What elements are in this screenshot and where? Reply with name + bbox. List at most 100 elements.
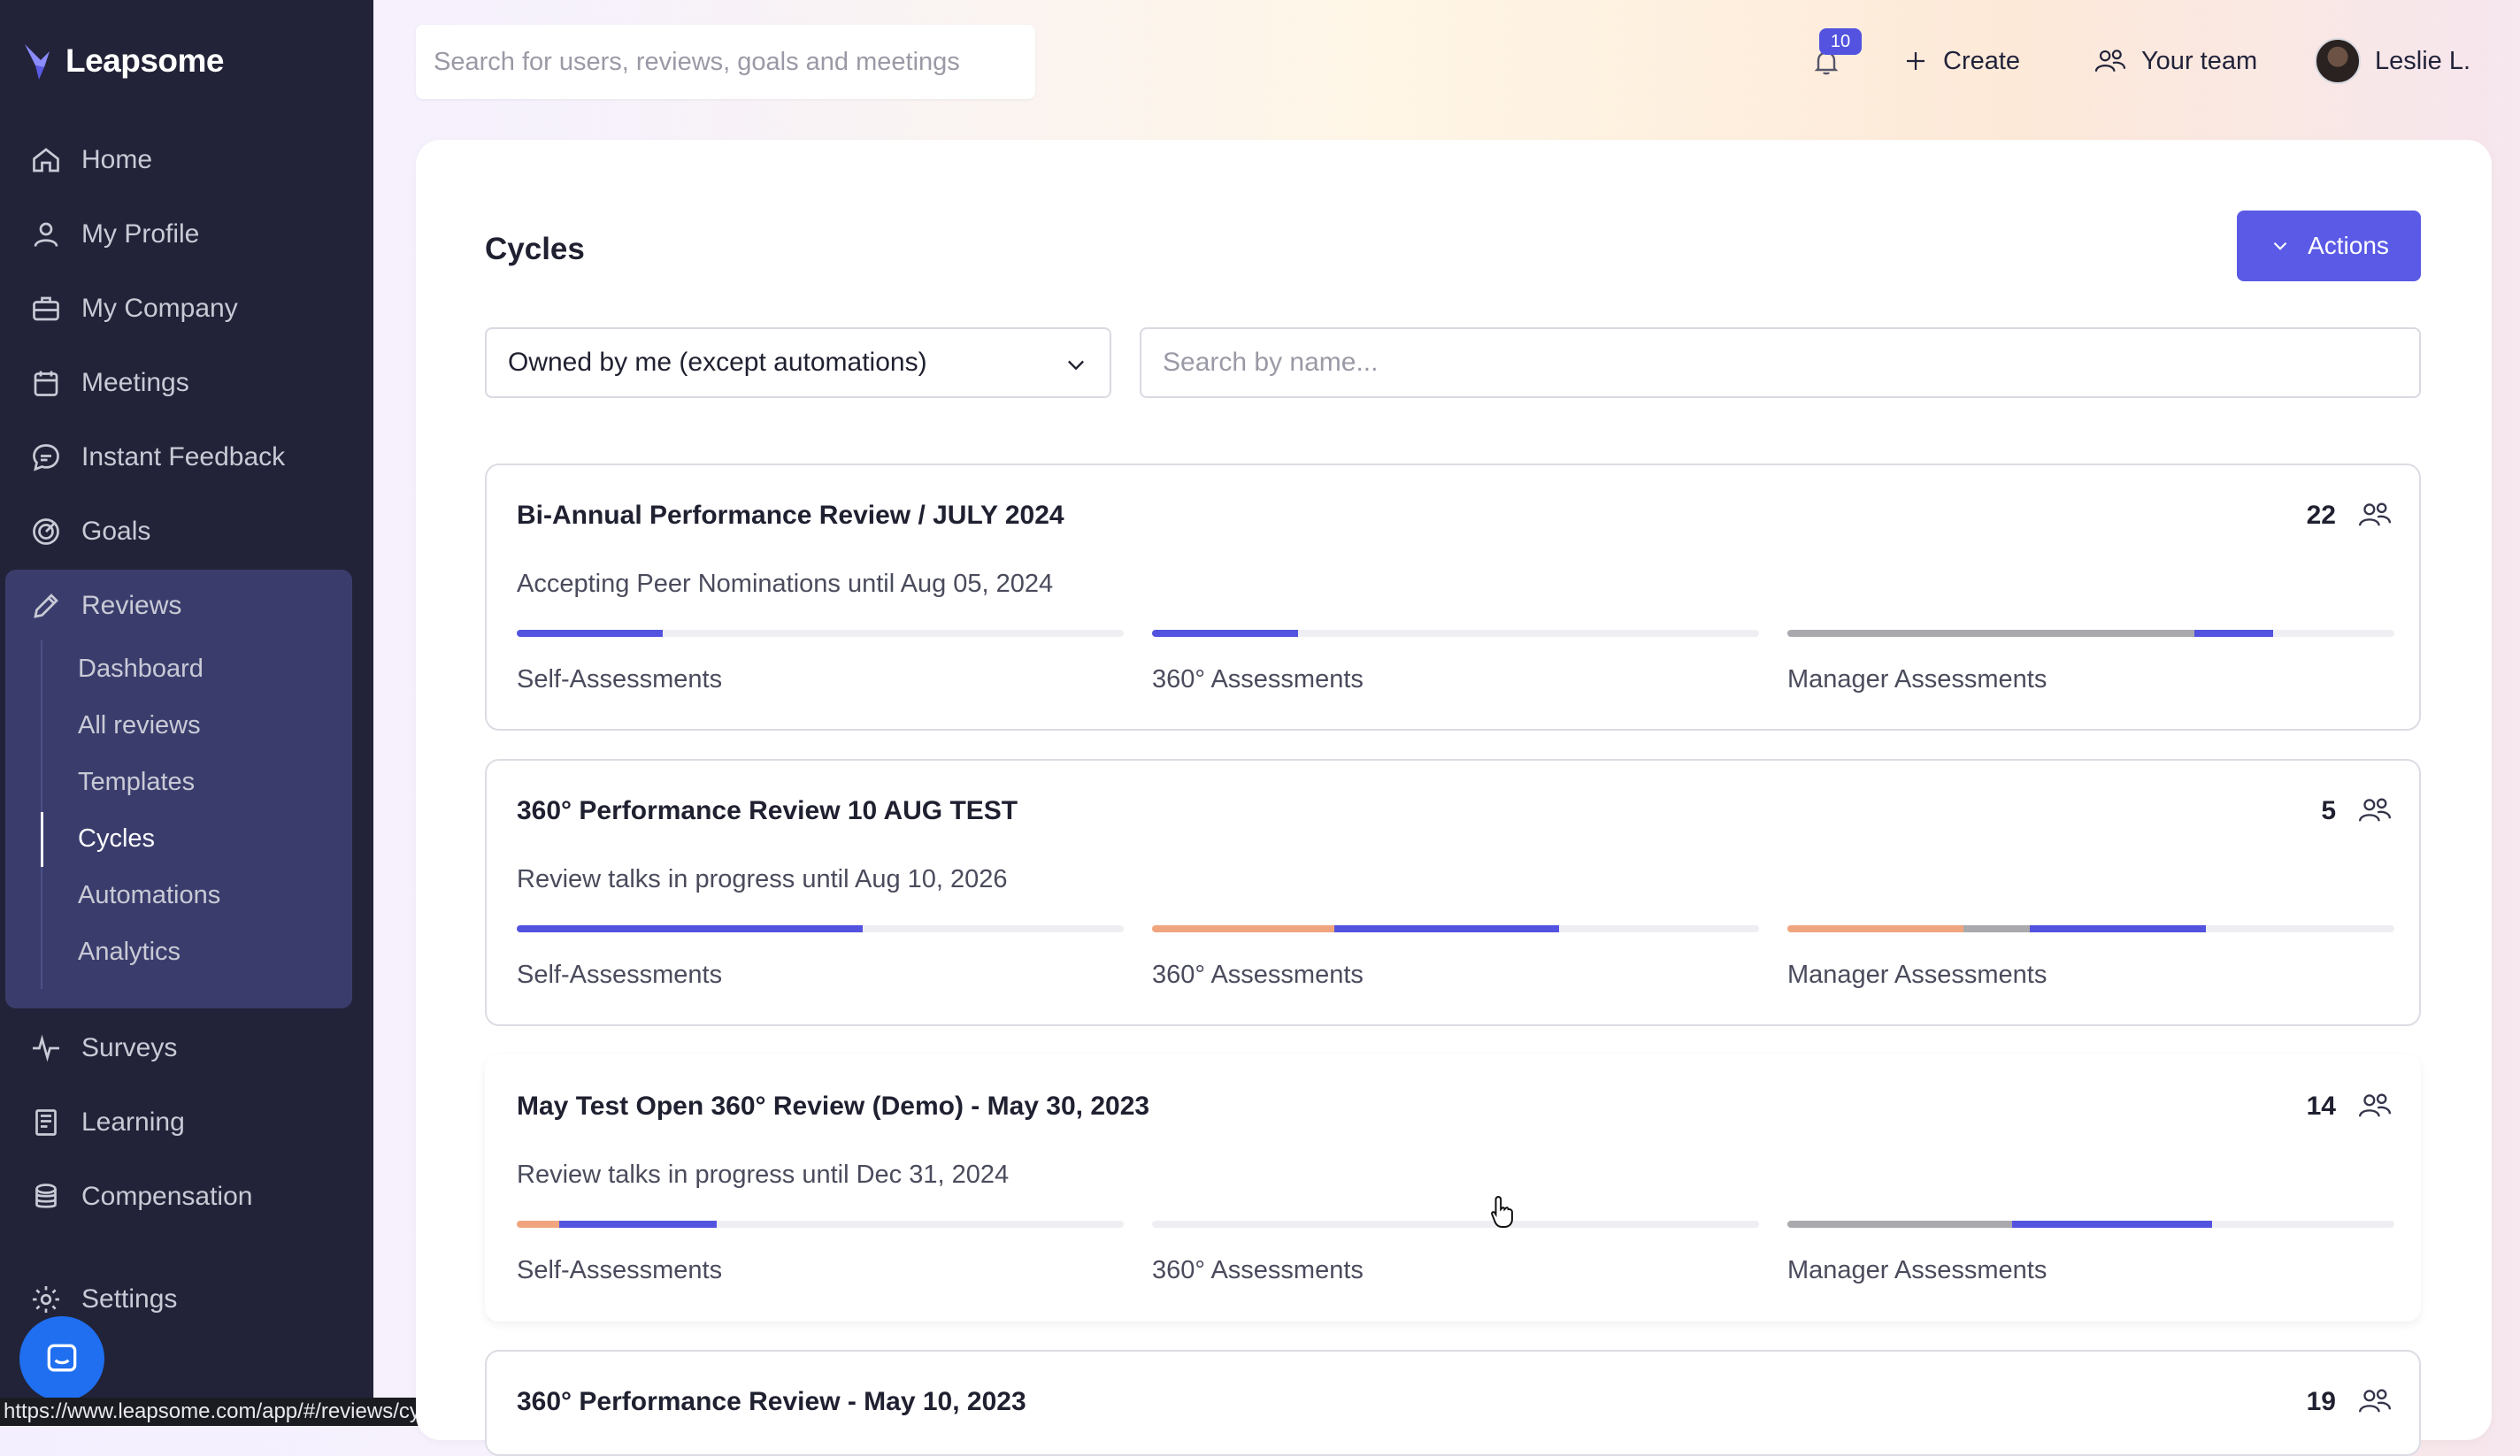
home-icon	[33, 148, 59, 172]
pulse-icon	[33, 1034, 59, 1062]
gear-icon	[33, 1286, 59, 1313]
cycle-status: Review talks in progress until Aug 10, 2…	[517, 865, 1008, 893]
chat-icon	[33, 444, 59, 471]
cycle-card[interactable]: 360° Performance Review - May 10, 2023 1…	[485, 1350, 2421, 1456]
avatar	[2315, 38, 2361, 84]
progress-segment	[1152, 925, 1334, 932]
sidebar-item-label: Home	[81, 145, 153, 174]
progress-segment	[517, 925, 864, 932]
sidebar-subitem-automations[interactable]: Automations	[78, 881, 220, 910]
user-menu[interactable]: Leslie L.	[2315, 38, 2471, 84]
participants-icon	[2358, 1389, 2392, 1413]
name-search[interactable]	[1140, 327, 2421, 398]
calendar-icon	[34, 371, 58, 396]
briefcase-icon	[33, 296, 59, 321]
sidebar-subitem-all-reviews[interactable]: All reviews	[78, 711, 201, 740]
name-search-input[interactable]	[1141, 329, 2419, 396]
sidebar-item-label: Instant Feedback	[81, 442, 286, 471]
book-icon	[35, 1109, 57, 1136]
your-team-label: Your team	[2141, 46, 2258, 75]
owner-filter-value: Owned by me (except automations)	[508, 348, 927, 377]
progress-segment	[517, 1221, 560, 1228]
cycle-card[interactable]: Bi-Annual Performance Review / JULY 2024…	[485, 464, 2421, 731]
actions-button[interactable]: Actions	[2237, 211, 2421, 281]
progress-bar	[517, 630, 1124, 637]
pencil-icon	[34, 594, 58, 618]
progress-label: Self-Assessments	[517, 1256, 723, 1284]
progress-label: Manager Assessments	[1787, 961, 2048, 989]
progress-bar	[1152, 1221, 1759, 1228]
sidebar-item-my-profile[interactable]: My Profile	[0, 203, 373, 265]
sidebar-item-label: Compensation	[81, 1182, 253, 1211]
sidebar-item-label: Surveys	[81, 1033, 178, 1062]
progress-segment	[1333, 925, 1559, 932]
participant-count: 22	[2306, 501, 2336, 530]
sidebar: Leapsome Home My Profile My Company Meet…	[0, 0, 373, 1426]
sidebar-item-meetings[interactable]: Meetings	[0, 352, 373, 414]
progress-segment	[2011, 1221, 2213, 1228]
progress-segment	[1963, 925, 2031, 932]
actions-label: Actions	[2308, 232, 2389, 259]
progress-label: Manager Assessments	[1787, 1256, 2048, 1284]
sidebar-item-label: Learning	[81, 1107, 185, 1137]
progress-label: 360° Assessments	[1152, 1256, 1364, 1284]
coins-icon	[35, 1184, 57, 1208]
progress-label: 360° Assessments	[1152, 665, 1364, 694]
chevron-down-icon	[2273, 241, 2287, 250]
cycle-status: Accepting Peer Nominations until Aug 05,…	[517, 570, 1054, 598]
sidebar-item-goals[interactable]: Goals	[0, 501, 373, 563]
pointer-cursor-icon	[1491, 1196, 1513, 1228]
owner-filter-select[interactable]: Owned by me (except automations)	[485, 327, 1111, 398]
support-chat-button[interactable]	[19, 1316, 104, 1401]
create-label: Create	[1943, 46, 2021, 75]
cycle-title: Bi-Annual Performance Review / JULY 2024	[517, 501, 1064, 530]
sidebar-subitem-cycles[interactable]: Cycles	[78, 824, 155, 854]
progress-segment	[517, 630, 663, 637]
sidebar-subitem-dashboard[interactable]: Dashboard	[78, 655, 204, 684]
progress-segment	[1787, 630, 2194, 637]
sidebar-item-compensation[interactable]: Compensation	[0, 1166, 373, 1228]
cycle-title: 360° Performance Review 10 AUG TEST	[517, 796, 1018, 825]
cycle-card[interactable]: May Test Open 360° Review (Demo) - May 3…	[485, 1054, 2421, 1322]
progress-bar	[517, 925, 1124, 932]
cycle-card[interactable]: 360° Performance Review 10 AUG TEST 5 Re…	[485, 759, 2421, 1026]
chevron-down-icon	[1068, 360, 1084, 371]
user-name: Leslie L.	[2375, 46, 2471, 75]
global-search[interactable]	[416, 25, 1035, 99]
progress-segment	[559, 1221, 718, 1228]
sidebar-item-label: Reviews	[81, 591, 182, 620]
target-icon	[33, 518, 59, 545]
participants-icon	[2358, 798, 2392, 822]
chat-widget-icon	[47, 1344, 77, 1372]
create-button[interactable]: Create	[1902, 39, 2020, 83]
sidebar-item-label: My Profile	[81, 219, 200, 249]
sidebar-item-surveys[interactable]: Surveys	[0, 1017, 373, 1079]
sidebar-item-reviews[interactable]: Reviews	[0, 575, 373, 637]
progress-bar	[1152, 925, 1759, 932]
cycle-title: 360° Performance Review - May 10, 2023	[517, 1387, 1026, 1416]
global-search-input[interactable]	[416, 25, 1035, 99]
notification-count-badge: 10	[1819, 28, 1862, 55]
your-team-button[interactable]: Your team	[2094, 39, 2257, 83]
sidebar-item-instant-feedback[interactable]: Instant Feedback	[0, 426, 373, 488]
progress-label: 360° Assessments	[1152, 961, 1364, 989]
sidebar-item-home[interactable]: Home	[0, 129, 373, 191]
participant-count: 14	[2306, 1092, 2336, 1121]
sidebar-subitem-templates[interactable]: Templates	[78, 768, 195, 797]
progress-bar	[517, 1221, 1124, 1228]
progress-label: Self-Assessments	[517, 961, 723, 989]
progress-segment	[1787, 925, 1963, 932]
sidebar-subitem-analytics[interactable]: Analytics	[78, 938, 181, 967]
progress-segment	[1152, 630, 1298, 637]
app-name: Leapsome	[65, 42, 225, 79]
progress-segment	[2030, 925, 2207, 932]
sidebar-item-learning[interactable]: Learning	[0, 1092, 373, 1153]
sidebar-item-label: Goals	[81, 517, 151, 546]
progress-label: Manager Assessments	[1787, 665, 2048, 694]
participant-count: 19	[2306, 1387, 2336, 1416]
participants-icon	[2358, 1093, 2392, 1117]
submenu-active-indicator	[41, 812, 43, 867]
sidebar-item-my-company[interactable]: My Company	[0, 278, 373, 340]
progress-label: Self-Assessments	[517, 665, 723, 694]
app-logo[interactable]: Leapsome	[23, 41, 225, 81]
